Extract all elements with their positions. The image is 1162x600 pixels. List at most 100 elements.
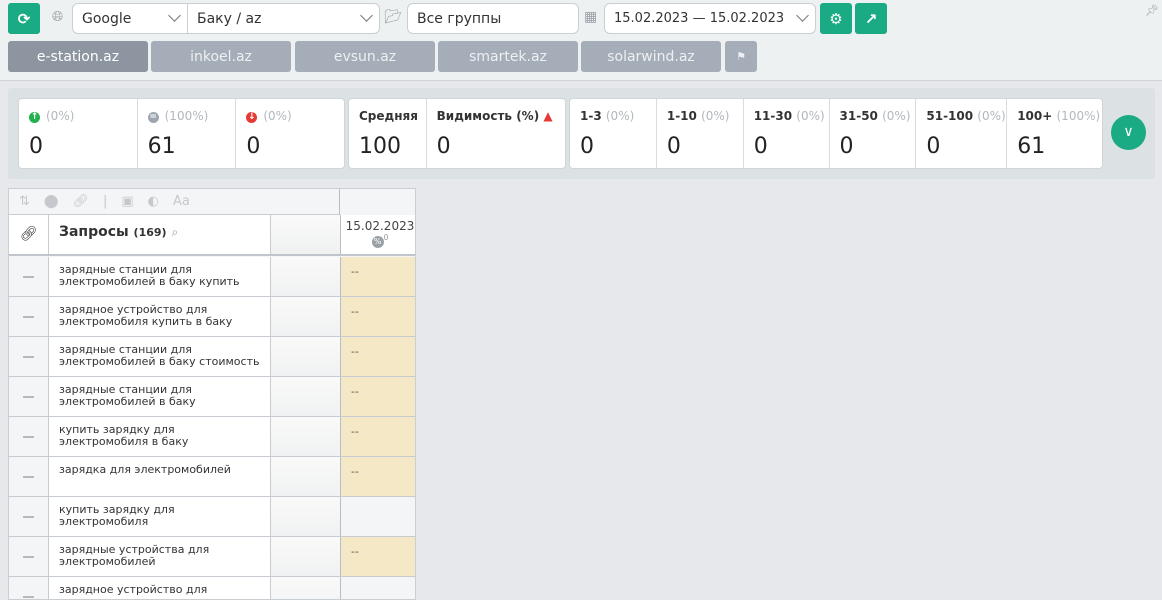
row-link-cell[interactable]	[9, 417, 49, 456]
stat-label: 11-30	[753, 109, 793, 123]
stat-value: 61	[147, 134, 176, 159]
contrast-icon[interactable]: ◐	[148, 194, 159, 209]
export-button[interactable]: ↗	[855, 3, 887, 34]
refresh-button[interactable]: ⟳	[8, 3, 40, 34]
table-row[interactable]: зарядные станции для электромобилей в ба…	[9, 377, 415, 417]
table-row[interactable]: зарядное устройство для электрокара	[9, 577, 415, 599]
stat-down: ↓ (0%) 0	[236, 99, 344, 168]
row-link-cell[interactable]	[9, 457, 49, 496]
stat-value: 0	[666, 134, 681, 159]
date-range-select[interactable]: 15.02.2023 — 15.02.2023	[604, 3, 816, 34]
table-row[interactable]: купить зарядку для электромобиля в баку -…	[9, 417, 415, 457]
dash-icon	[23, 516, 34, 518]
table-row[interactable]: зарядные станции для электромобилей в ба…	[9, 257, 415, 297]
stat-pct: (100%)	[164, 109, 209, 123]
dash-icon	[23, 396, 34, 398]
stat-value: 0	[926, 134, 941, 159]
stat-up: ↑ (0%) 0	[19, 99, 138, 168]
stat-range: 1-10 (0%) 0	[657, 99, 744, 168]
warning-icon[interactable]: ▲	[543, 109, 552, 123]
dynamics-group: ↑ (0%) 0 = (100%) 61 ↓ (0%) 0	[18, 98, 345, 169]
position-cell: --	[340, 377, 415, 416]
toggle-icon[interactable]: ⬤	[44, 194, 59, 209]
summary-group: Средняя 100 Видимость (%) ▲ 0	[348, 98, 566, 169]
row-link-cell[interactable]	[9, 337, 49, 376]
stat-visibility: Видимость (%) ▲ 0	[427, 99, 565, 168]
sort-icon[interactable]: ⇅	[19, 194, 30, 209]
dash-icon	[23, 596, 34, 598]
query-text: зарядные станции для электромобилей в ба…	[49, 257, 271, 296]
font-icon[interactable]: Aa	[173, 194, 190, 209]
link-icon[interactable]: 🔗︎	[72, 194, 89, 209]
stat-range: 1-3 (0%) 0	[570, 99, 657, 168]
stat-value: 0	[753, 134, 768, 159]
table-row[interactable]: зарядные устройства для электромобилей --	[9, 537, 415, 577]
row-link-cell[interactable]	[9, 297, 49, 336]
pin-icon[interactable]: 📌︎	[1145, 4, 1159, 17]
date-column-header[interactable]: 15.02.2023% 0	[340, 215, 415, 254]
table-toolbar: ⇅ ⬤ 🔗︎ | ▣ ◐ Aa	[9, 189, 339, 215]
query-text: зарядка для электромобилей	[49, 457, 271, 496]
stat-range: 11-30 (0%) 0	[744, 99, 830, 168]
table-row[interactable]: купить зарядку для электромобиля	[9, 497, 415, 537]
table-row[interactable]: зарядные станции для электромобилей в ба…	[9, 337, 415, 377]
stat-average: Средняя 100	[349, 99, 427, 168]
row-link-cell[interactable]	[9, 257, 49, 296]
percent-icon: %	[371, 236, 384, 248]
row-link-cell[interactable]	[9, 577, 49, 599]
stat-label: 100+	[1017, 109, 1053, 123]
dash-icon	[23, 436, 34, 438]
group-value: Все группы	[417, 10, 502, 27]
stat-value: 0	[436, 134, 451, 159]
query-text: зарядные станции для электромобилей в ба…	[49, 377, 271, 416]
tab-site[interactable]: inkoel.az	[151, 41, 291, 72]
search-icon[interactable]: ⌕	[171, 225, 178, 239]
tab-site[interactable]: smartek.az	[438, 41, 578, 72]
chevron-down-icon	[796, 9, 809, 22]
search-engine-select[interactable]: Google	[72, 3, 188, 34]
row-link-cell[interactable]	[9, 377, 49, 416]
queries-header[interactable]: Запросы (169) ⌕	[49, 215, 271, 254]
tab-site[interactable]: e-station.az	[8, 41, 148, 72]
stat-pct: (0%)	[46, 109, 75, 123]
table-row[interactable]: зарядное устройство для электромобиля ку…	[9, 297, 415, 337]
row-link-cell[interactable]	[9, 537, 49, 576]
stat-same: = (100%) 61	[138, 99, 237, 168]
stat-pct: (100%)	[1056, 109, 1101, 123]
tab-site[interactable]: evsun.az	[295, 41, 435, 72]
blurred-cell	[271, 537, 340, 576]
columns-icon[interactable]: ▣	[121, 194, 133, 209]
position-cell: --	[340, 297, 415, 336]
folder-icon: 📂︎	[384, 9, 402, 25]
top-toolbar: ⟳ 🌐︎ Google Баку / az 📂︎ Все группы ▦ 15…	[0, 0, 1162, 81]
group-select[interactable]: Все группы	[407, 3, 579, 34]
stat-range: 51-100 (0%) 0	[916, 99, 1008, 168]
blurred-cell	[271, 297, 340, 336]
settings-button[interactable]: ⚙	[820, 3, 852, 34]
stat-pct: (0%)	[263, 109, 292, 123]
table-header: 🔗︎ Запросы (169) ⌕ 15.02.2023% 0	[9, 215, 415, 256]
table-row[interactable]: зарядка для электромобилей --	[9, 457, 415, 497]
position-cell: --	[340, 337, 415, 376]
blurred-cell	[271, 497, 340, 536]
stat-value: 100	[359, 134, 401, 159]
flag-button[interactable]: ⚑	[725, 41, 757, 72]
query-text: зарядные станции для электромобилей в ба…	[49, 337, 271, 376]
expand-button[interactable]: ∨	[1111, 115, 1146, 150]
query-text: зарядное устройство для электромобиля ку…	[49, 297, 271, 336]
query-text: зарядное устройство для электрокара	[49, 577, 271, 599]
position-cell: --	[340, 457, 415, 496]
date-label: 15.02.2023	[345, 219, 415, 233]
region-select[interactable]: Баку / az	[187, 3, 380, 34]
stat-range: 100+ (100%) 61	[1007, 99, 1102, 168]
queries-label: Запросы	[59, 224, 129, 240]
position-cell: --	[340, 257, 415, 296]
stat-label: Средняя	[359, 109, 418, 123]
blurred-column	[271, 215, 340, 254]
link-icon[interactable]: 🔗︎	[9, 215, 49, 254]
stat-value: 0	[839, 134, 854, 159]
row-link-cell[interactable]	[9, 497, 49, 536]
tab-site[interactable]: solarwind.az	[581, 41, 721, 72]
stat-pct: (0%)	[796, 109, 825, 123]
query-text: купить зарядку для электромобиля в баку	[49, 417, 271, 456]
